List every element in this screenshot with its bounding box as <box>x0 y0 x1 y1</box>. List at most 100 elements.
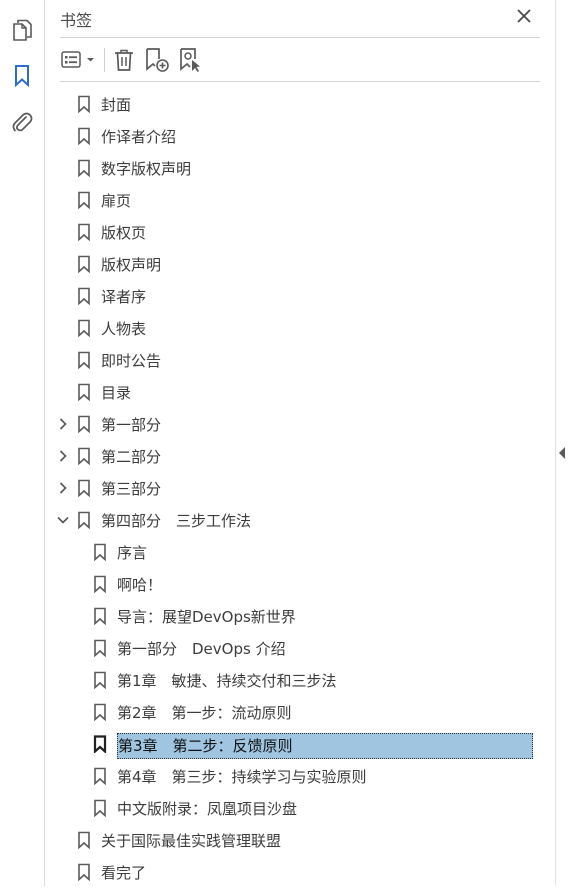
bookmark-icon <box>77 223 91 242</box>
chevron-right-icon[interactable] <box>56 417 70 431</box>
options-menu-button[interactable] <box>60 47 98 73</box>
bookmark-icon <box>77 351 91 370</box>
bookmark-item[interactable]: 第2章 第一步：流动原则 <box>45 696 555 728</box>
bookmark-item[interactable]: 版权声明 <box>45 248 555 280</box>
bookmark-icon <box>77 95 91 114</box>
bookmark-label: 第4章 第三步：持续学习与实验原则 <box>117 768 367 786</box>
bookmark-item[interactable]: 关于国际最佳实践管理联盟 <box>45 824 555 856</box>
bookmark-label: 第四部分 三步工作法 <box>101 512 252 530</box>
bookmark-icon <box>77 447 91 466</box>
bookmark-icon <box>77 511 91 530</box>
new-bookmark-from-structure-button[interactable] <box>178 47 204 73</box>
bookmark-item[interactable]: 序言 <box>45 536 555 568</box>
bookmark-icon <box>15 65 29 88</box>
bookmark-label: 第一部分 <box>101 416 162 434</box>
bookmark-item[interactable]: 封面 <box>45 88 555 120</box>
bookmark-label: 第2章 第一步：流动原则 <box>117 704 292 722</box>
bookmark-icon <box>93 799 107 818</box>
panel-splitter[interactable] <box>555 0 582 886</box>
bookmark-icon <box>93 607 107 626</box>
new-bookmark-icon <box>146 48 169 72</box>
bookmarks-button[interactable] <box>8 62 36 90</box>
bookmark-label: 作译者介绍 <box>101 128 177 146</box>
bookmark-icon <box>77 415 91 434</box>
bookmark-label: 中文版附录：凤凰项目沙盘 <box>117 800 298 818</box>
bookmark-item[interactable]: 中文版附录：凤凰项目沙盘 <box>45 792 555 824</box>
delete-icon <box>115 49 133 71</box>
bookmark-label: 看完了 <box>101 864 147 882</box>
bookmark-label: 译者序 <box>101 288 147 306</box>
bookmark-icon <box>77 863 91 882</box>
toolbar-separator <box>104 48 105 72</box>
bookmark-icon <box>77 383 91 402</box>
left-nav-rail <box>0 0 45 886</box>
bookmarks-toolbar <box>60 38 540 82</box>
bookmark-label: 第1章 敏捷、持续交付和三步法 <box>117 672 337 690</box>
bookmark-label: 关于国际最佳实践管理联盟 <box>101 832 282 850</box>
bookmark-item[interactable]: 看完了 <box>45 856 555 888</box>
bookmark-icon <box>93 703 107 722</box>
bookmark-label: 第一部分 DevOps 介绍 <box>117 640 286 658</box>
bookmark-label: 目录 <box>101 384 132 402</box>
bookmark-icon <box>93 735 107 754</box>
chevron-right-icon[interactable] <box>56 481 70 495</box>
bookmark-icon <box>77 191 91 210</box>
bookmark-label: 第3章 第二步：反馈原则 <box>117 733 533 759</box>
attachments-button[interactable] <box>8 108 36 136</box>
bookmark-item[interactable]: 第二部分 <box>45 440 555 472</box>
bookmark-item[interactable]: 作译者介绍 <box>45 120 555 152</box>
bookmark-icon <box>93 671 107 690</box>
bookmark-item[interactable]: 第三部分 <box>45 472 555 504</box>
bookmark-item[interactable]: 第一部分 <box>45 408 555 440</box>
delete-bookmark-button[interactable] <box>112 47 136 73</box>
bookmark-item[interactable]: 即时公告 <box>45 344 555 376</box>
bookmark-icon <box>93 543 107 562</box>
bookmark-icon <box>77 127 91 146</box>
close-icon <box>517 9 531 23</box>
bookmark-label: 扉页 <box>101 192 132 210</box>
bookmark-item[interactable]: 版权页 <box>45 216 555 248</box>
chevron-right-icon[interactable] <box>56 449 70 463</box>
bookmark-label: 版权页 <box>101 224 147 242</box>
bookmark-label: 导言：展望DevOps新世界 <box>117 608 296 626</box>
bookmark-item[interactable]: 第一部分 DevOps 介绍 <box>45 632 555 664</box>
new-bookmark-button[interactable] <box>144 47 170 73</box>
close-panel-button[interactable] <box>514 6 534 26</box>
bookmark-icon <box>77 831 91 850</box>
bookmark-icon <box>93 575 107 594</box>
collapse-arrow-icon[interactable] <box>559 447 565 459</box>
attachment-icon <box>12 112 33 132</box>
bookmark-item[interactable]: 目录 <box>45 376 555 408</box>
chevron-down-icon[interactable] <box>56 513 70 527</box>
bookmark-item[interactable]: 扉页 <box>45 184 555 216</box>
bookmark-label: 版权声明 <box>101 256 162 274</box>
bookmark-label: 第二部分 <box>101 448 162 466</box>
bookmark-icon <box>93 639 107 658</box>
bookmark-item[interactable]: 译者序 <box>45 280 555 312</box>
bookmark-icon <box>77 255 91 274</box>
bookmarks-panel: 书签 封面 作译者介绍 数字版权声明 扉页 版权页 版权声明 译者序 人物表 即… <box>45 0 555 886</box>
bookmark-label: 数字版权声明 <box>101 160 192 178</box>
bookmark-item[interactable]: 导言：展望DevOps新世界 <box>45 600 555 632</box>
bookmark-label: 序言 <box>117 544 148 562</box>
bookmark-item[interactable]: 人物表 <box>45 312 555 344</box>
page-thumbnails-button[interactable] <box>8 16 36 44</box>
bookmark-item[interactable]: 第1章 敏捷、持续交付和三步法 <box>45 664 555 696</box>
bookmark-label: 封面 <box>101 96 132 114</box>
panel-header: 书签 <box>60 0 540 38</box>
bookmark-label: 啊哈！ <box>117 576 163 594</box>
bookmark-icon <box>77 319 91 338</box>
bookmark-label: 人物表 <box>101 320 147 338</box>
bookmark-item[interactable]: 第3章 第二步：反馈原则 <box>45 728 555 760</box>
bookmark-item[interactable]: 数字版权声明 <box>45 152 555 184</box>
bookmark-icon <box>77 287 91 306</box>
bookmark-icon <box>77 479 91 498</box>
panel-title: 书签 <box>60 11 93 30</box>
bookmark-item[interactable]: 啊哈！ <box>45 568 555 600</box>
bookmark-item[interactable]: 第四部分 三步工作法 <box>45 504 555 536</box>
bookmark-icon <box>93 767 107 786</box>
new-bookmark-from-structure-icon <box>180 48 200 72</box>
bookmark-item[interactable]: 第4章 第三步：持续学习与实验原则 <box>45 760 555 792</box>
bookmark-icon <box>77 159 91 178</box>
options-menu-icon <box>61 51 94 68</box>
